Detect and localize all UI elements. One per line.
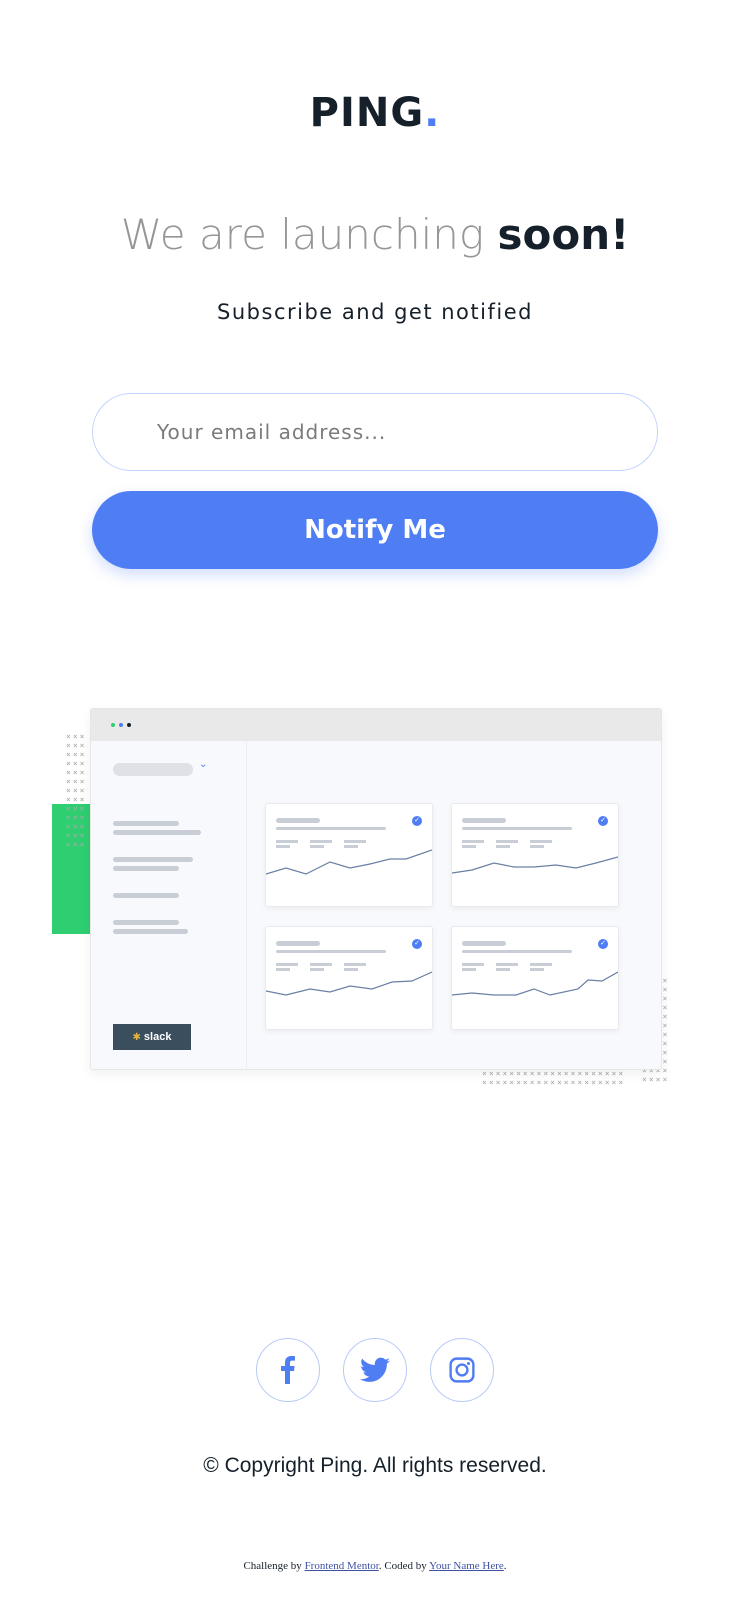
check-icon: ✓ — [598, 939, 608, 949]
check-icon: ✓ — [598, 816, 608, 826]
copyright-text: © Copyright Ping. All rights reserved. — [203, 1454, 547, 1477]
coded-prefix: . Coded by — [378, 1560, 427, 1572]
chevron-down-icon: ⌄ — [199, 759, 208, 770]
chart-card: ✓ — [451, 926, 619, 1030]
logo-text: PING — [309, 90, 425, 136]
sparkline — [266, 971, 432, 996]
attribution-end: . — [503, 1560, 507, 1572]
facebook-icon — [281, 1356, 295, 1384]
headline-bold: soon! — [497, 210, 630, 259]
logo: PING. — [0, 90, 750, 136]
green-dot — [111, 723, 115, 727]
instagram-icon — [449, 1357, 475, 1383]
sidebar-line — [113, 830, 201, 835]
slack-label: slack — [143, 1031, 172, 1043]
slack-badge: ✱ slack — [113, 1024, 191, 1050]
sparkline — [452, 856, 618, 874]
sidebar-line — [113, 920, 179, 925]
blue-dot — [119, 723, 123, 727]
sidebar-line — [113, 893, 179, 898]
instagram-button[interactable] — [430, 1338, 494, 1402]
workspace-pill — [113, 763, 193, 776]
headline-light: We are launching — [120, 210, 485, 259]
attribution: Challenge by Frontend Mentor. Coded by Y… — [0, 1560, 750, 1572]
email-input[interactable] — [92, 393, 658, 471]
sidebar-line — [113, 929, 188, 934]
x-pattern-left: ××× ××× ××× ××× ××× ××× ××× ××× ××× ××× ××× ××× ××× — [66, 732, 87, 849]
notify-me-button[interactable]: Notify Me — [92, 491, 658, 569]
twitter-button[interactable] — [343, 1338, 407, 1402]
dashboard-illustration: ××× ××× ××× ××× ××× ××× ××× ××× ××× ××× ××× ××× ××× … — [52, 700, 702, 1100]
chart-card: ✓ — [451, 803, 619, 907]
facebook-button[interactable] — [256, 1338, 320, 1402]
sidebar-line — [113, 821, 179, 826]
dark-dot — [127, 723, 131, 727]
browser-title-bar — [91, 709, 661, 741]
headline: We are launching soon! — [0, 210, 750, 259]
twitter-icon — [360, 1357, 390, 1382]
chart-card: ✓ — [265, 926, 433, 1030]
subtitle: Subscribe and get notified — [217, 300, 533, 324]
browser-window: ⌄ ✱ slack ✓ ✓ ✓ ✓ — [90, 708, 662, 1070]
sparkline — [266, 849, 432, 875]
sparkline — [452, 971, 618, 996]
slack-icon: ✱ — [132, 1032, 141, 1043]
author-link[interactable]: Your Name Here — [429, 1560, 504, 1572]
logo-dot: . — [424, 90, 441, 136]
app-sidebar: ⌄ ✱ slack — [91, 741, 247, 1069]
chart-card: ✓ — [265, 803, 433, 907]
challenge-prefix: Challenge by — [243, 1560, 302, 1572]
sidebar-line — [113, 857, 193, 862]
sidebar-line — [113, 866, 179, 871]
frontend-mentor-link[interactable]: Frontend Mentor — [305, 1560, 379, 1572]
check-icon: ✓ — [412, 816, 422, 826]
check-icon: ✓ — [412, 939, 422, 949]
